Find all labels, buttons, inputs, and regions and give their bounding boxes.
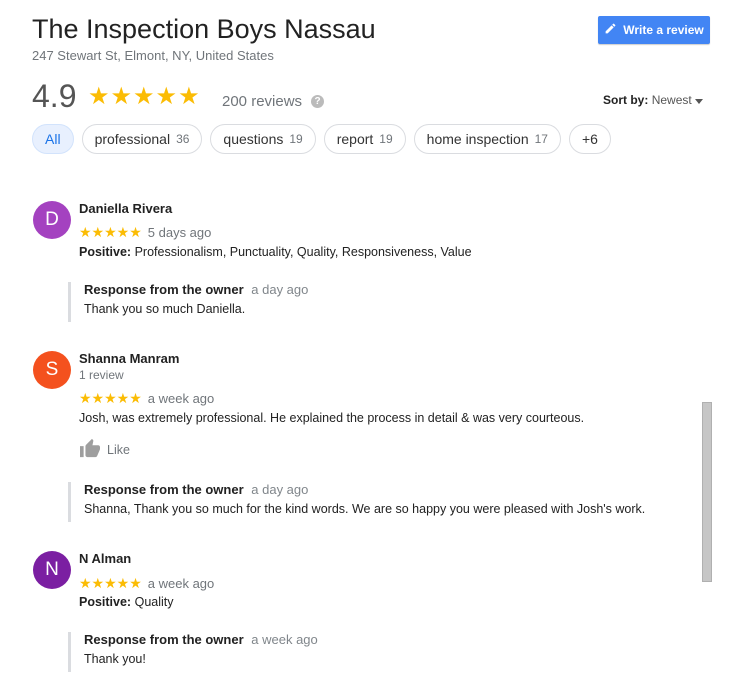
response-header: Response from the owner a day ago [84,282,308,297]
positive-text: Quality [134,595,174,609]
response-time: a week ago [251,632,318,647]
response-time: a day ago [251,482,309,497]
review-stars: ★★★★★ [79,575,142,591]
positive-label: Positive: [79,595,132,609]
response-label: Response from the owner [84,282,244,297]
chip-label: +6 [581,131,598,147]
like-label: Like [107,442,130,457]
filter-chips: All professional 36 questions 19 report … [32,124,611,154]
response-label: Response from the owner [84,632,244,647]
filter-chip-questions[interactable]: questions 19 [210,124,316,154]
business-address: 247 Stewart St, Elmont, NY, United State… [32,48,274,63]
review-time: a week ago [147,391,215,406]
thumbs-up-icon [79,438,101,461]
filter-chip-home-inspection[interactable]: home inspection 17 [413,124,561,154]
sort-value: Newest [651,93,692,107]
scrollbar-thumb[interactable] [702,402,712,582]
sort-label: Sort by: [603,93,649,107]
chip-count: 19 [289,132,303,146]
write-review-label: Write a review [623,23,704,37]
review-rating: ★★★★★ a week ago [79,390,214,407]
owner-response: Response from the owner a day ago Thank … [68,282,308,322]
filter-chip-all[interactable]: All [32,124,74,154]
reviewer-name[interactable]: Daniella Rivera [79,201,172,216]
review-positive: Positive: Quality [79,595,174,609]
response-header: Response from the owner a week ago [84,632,318,647]
reviewer-review-count[interactable]: 1 review [79,368,124,382]
response-header: Response from the owner a day ago [84,482,645,497]
chip-count: 36 [176,132,190,146]
reviewer-name[interactable]: Shanna Manram [79,351,179,366]
review-stars: ★★★★★ [79,390,142,406]
review-positive: Positive: Professionalism, Punctuality, … [79,245,472,259]
review-count[interactable]: 200 reviews [222,93,302,110]
like-button[interactable]: Like [79,438,130,461]
filter-chip-professional[interactable]: professional 36 [81,124,203,154]
chip-label: All [45,131,61,147]
positive-text: Professionalism, Punctuality, Quality, R… [134,245,472,259]
filter-chip-more[interactable]: +6 [568,124,611,154]
response-text: Thank you! [84,652,146,666]
owner-response: Response from the owner a week ago Thank… [68,632,318,672]
review-time: a week ago [147,576,215,591]
avatar[interactable]: S [33,351,71,389]
review-time: 5 days ago [147,225,212,240]
sort-dropdown[interactable]: Sort by: Newest [603,93,704,107]
help-icon[interactable]: ? [311,95,324,108]
chip-count: 19 [379,132,393,146]
business-title: The Inspection Boys Nassau [32,14,376,44]
pencil-icon [604,22,617,38]
review-stars: ★★★★★ [79,224,142,240]
review-text: Josh, was extremely professional. He exp… [79,411,585,425]
average-rating: 4.9 [32,78,77,114]
write-review-button[interactable]: Write a review [598,16,710,44]
chip-label: questions [223,131,284,147]
average-stars: ★★★★★ [88,83,201,110]
review-rating: ★★★★★ a week ago [79,575,214,592]
chip-count: 17 [534,132,548,146]
caret-down-icon [695,93,704,107]
avatar[interactable]: D [33,201,71,239]
response-time: a day ago [251,282,309,297]
review-rating: ★★★★★ 5 days ago [79,224,211,241]
positive-label: Positive: [79,245,132,259]
owner-response: Response from the owner a day ago Shanna… [68,482,645,522]
response-label: Response from the owner [84,482,244,497]
avatar[interactable]: N [33,551,71,589]
filter-chip-report[interactable]: report 19 [323,124,406,154]
reviewer-name[interactable]: N Alman [79,551,131,566]
chip-label: professional [94,131,171,147]
response-text: Thank you so much Daniella. [84,302,246,316]
response-text: Shanna, Thank you so much for the kind w… [84,502,646,516]
chip-label: report [336,131,374,147]
chip-label: home inspection [426,131,529,147]
